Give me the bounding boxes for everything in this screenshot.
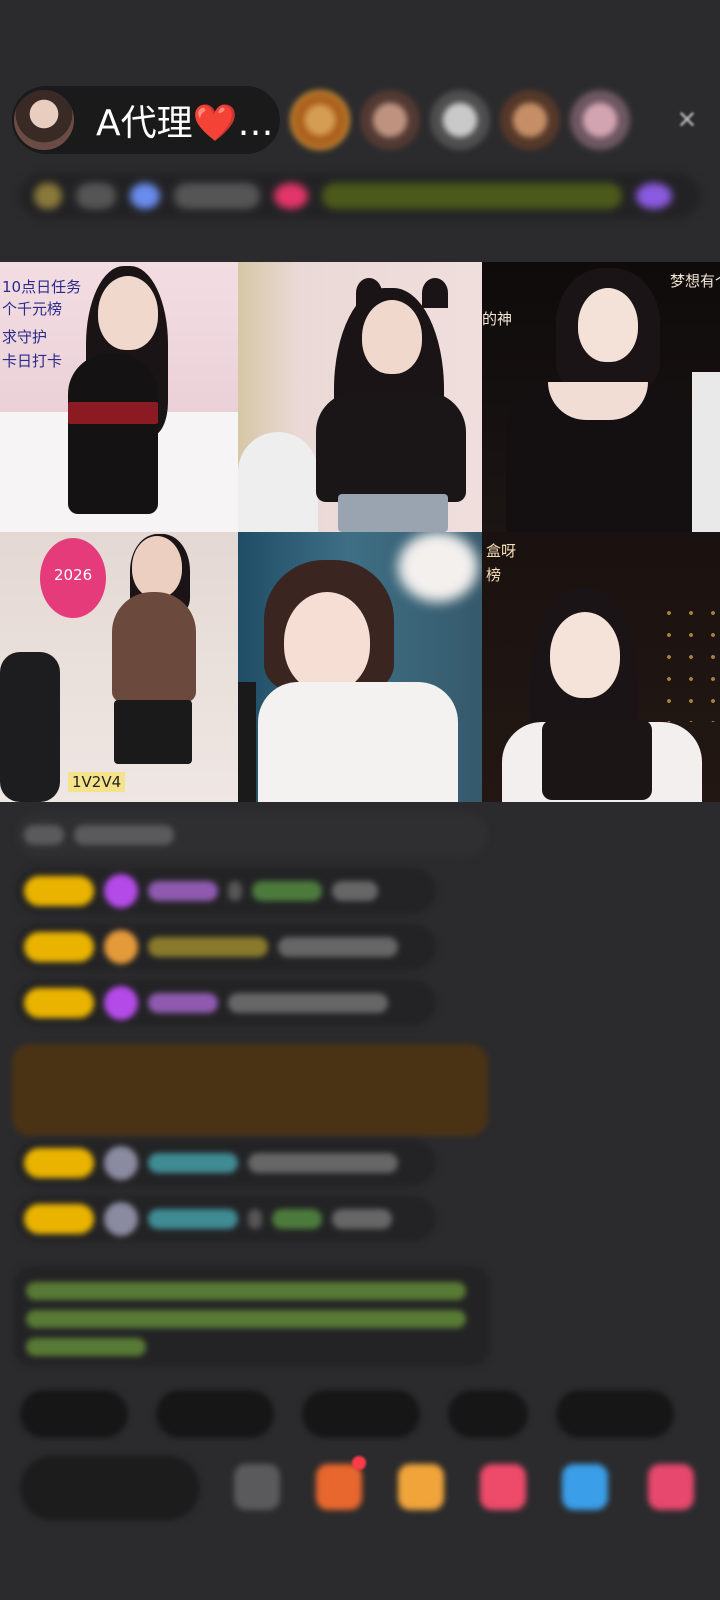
fan-badge-icon: [104, 930, 138, 964]
chat-message[interactable]: [16, 980, 436, 1026]
emoji-icon[interactable]: [234, 1464, 280, 1510]
video-tile[interactable]: 2026 1V2V4: [0, 532, 238, 802]
host-name: A代理❤️…: [96, 103, 274, 144]
rank-chip: [34, 183, 62, 209]
chat-message[interactable]: [16, 868, 436, 914]
comment-input[interactable]: [20, 1456, 200, 1520]
viewer-avatar[interactable]: [290, 90, 350, 150]
highlight-chat-message[interactable]: [12, 1044, 488, 1136]
video-tile[interactable]: [238, 262, 482, 532]
guest-figure: [316, 392, 466, 502]
game-chip: [174, 183, 260, 209]
fan-gem-icon: [104, 986, 138, 1020]
quick-reply-row: [20, 1390, 674, 1438]
quick-reply-chip[interactable]: [448, 1390, 528, 1438]
share-icon[interactable]: [562, 1464, 608, 1510]
tile-caption: 的神: [482, 310, 513, 328]
viewer-avatar[interactable]: [360, 90, 420, 150]
game-icon[interactable]: [480, 1464, 526, 1510]
level-badge: [24, 988, 94, 1018]
video-tile[interactable]: 梦想有个 的神: [482, 262, 720, 532]
close-icon[interactable]: ×: [672, 103, 702, 135]
level-badge: [24, 876, 94, 906]
chat-message[interactable]: [16, 1140, 436, 1186]
level-badge: [24, 932, 94, 962]
video-tile[interactable]: 10点日任务 个千元榜 求守护 卡日打卡: [0, 262, 238, 532]
quick-reply-chip[interactable]: [556, 1390, 674, 1438]
viewer-avatar[interactable]: [430, 90, 490, 150]
quick-reply-chip[interactable]: [156, 1390, 274, 1438]
user-avatar: [104, 1202, 138, 1236]
multi-guest-video-grid: 10点日任务 个千元榜 求守护 卡日打卡 梦想有个 的神 2026: [0, 262, 720, 802]
chat-message: [16, 812, 488, 858]
level-badge: [24, 1148, 94, 1178]
fan-gem-icon: [104, 874, 138, 908]
video-tile[interactable]: [238, 532, 482, 802]
more-gifts-icon[interactable]: [648, 1464, 694, 1510]
viewer-avatar[interactable]: [500, 90, 560, 150]
tile-caption: 榜: [486, 566, 502, 584]
host-pill[interactable]: A代理❤️…: [12, 86, 280, 154]
viewer-avatar[interactable]: [570, 90, 630, 150]
chat-message[interactable]: [16, 924, 436, 970]
notification-dot: [352, 1456, 366, 1470]
treasure-icon[interactable]: [398, 1464, 444, 1510]
quick-reply-chip[interactable]: [302, 1390, 420, 1438]
tile-caption: 个千元榜: [2, 300, 63, 318]
game-chip: [130, 183, 160, 209]
tile-caption: 梦想有个: [670, 272, 720, 290]
room-info-strip[interactable]: [20, 174, 700, 218]
level-badge: [24, 1204, 94, 1234]
guest-figure: [112, 592, 196, 702]
notice-chip: [322, 183, 622, 209]
tile-caption: 盒呀: [486, 542, 517, 560]
viewer-avatars: [290, 90, 630, 150]
tile-caption: 卡日打卡: [2, 352, 63, 370]
chat-message[interactable]: [16, 1196, 436, 1242]
heart-balloon-text: 2026: [54, 566, 93, 584]
quick-reply-chip[interactable]: [20, 1390, 128, 1438]
guest-figure: [258, 682, 458, 802]
user-avatar: [104, 1146, 138, 1180]
notice-chip: [636, 183, 672, 209]
guest-figure: [68, 354, 158, 514]
gift-chip: [274, 183, 308, 209]
rank-chip: [76, 183, 116, 209]
tile-caption: 10点日任务: [2, 278, 82, 296]
pk-badge: 1V2V4: [68, 772, 126, 792]
host-avatar[interactable]: [12, 88, 76, 152]
tile-caption: 求守护: [2, 328, 48, 346]
system-notice: [14, 1266, 490, 1366]
gift-box-icon[interactable]: [316, 1464, 362, 1510]
video-tile[interactable]: 盒呀 榜: [482, 532, 720, 802]
